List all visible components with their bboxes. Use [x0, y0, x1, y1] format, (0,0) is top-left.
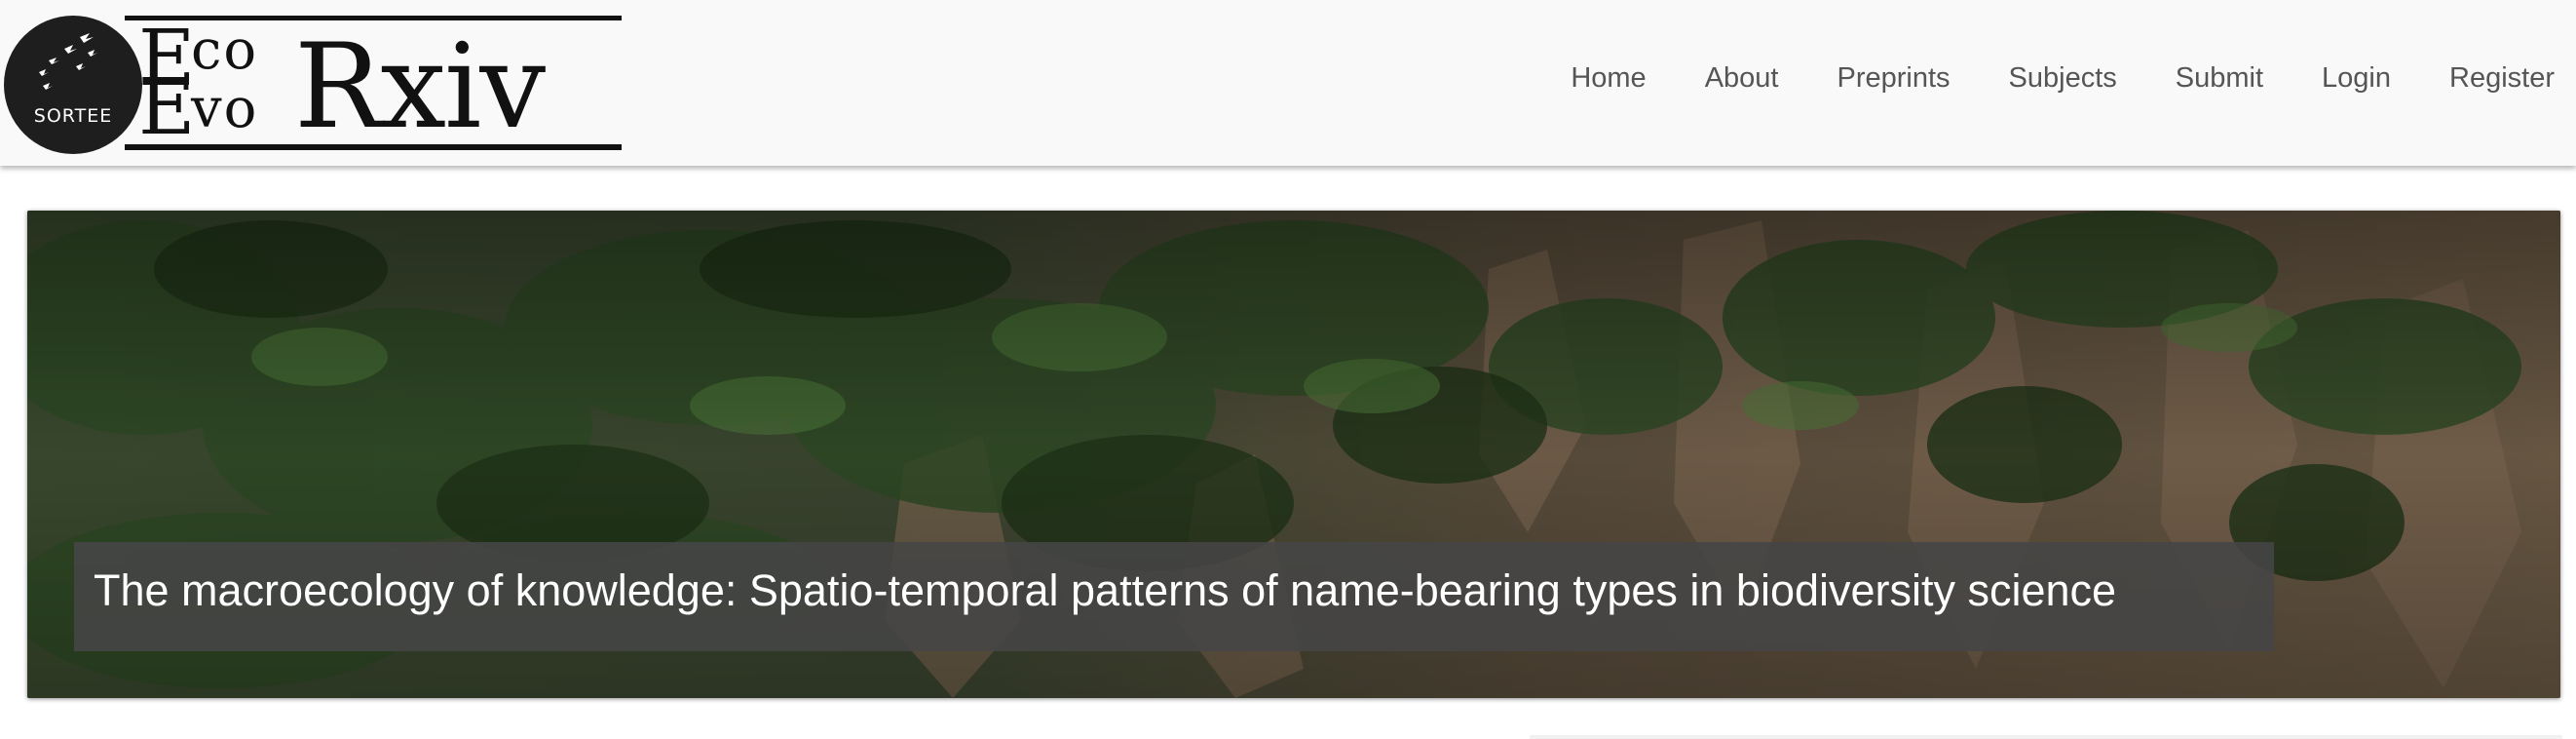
nav-subjects[interactable]: Subjects [2009, 60, 2117, 96]
site-logo[interactable]: SORTEE E co E vo Rxiv [4, 12, 627, 156]
content-card-edge [1530, 735, 2562, 739]
wordmark-co: co [191, 19, 259, 82]
bird-flock-icon [39, 33, 97, 90]
nav-login[interactable]: Login [2322, 60, 2391, 96]
wordmark-rxiv: Rxiv [294, 19, 546, 155]
preprint-title[interactable]: The macroecology of knowledge: Spatio-te… [74, 542, 2274, 651]
wordmark-vo: vo [191, 77, 259, 140]
featured-preprint-banner[interactable]: The macroecology of knowledge: Spatio-te… [27, 211, 2560, 698]
nav-about[interactable]: About [1705, 60, 1779, 96]
main-nav: Home About Preprints Subjects Submit Log… [1512, 60, 2555, 96]
nav-submit[interactable]: Submit [2176, 60, 2263, 96]
site-header: SORTEE E co E vo Rxiv Home About Preprin… [0, 0, 2576, 166]
nav-register[interactable]: Register [2449, 60, 2555, 96]
ecoevorxiv-wordmark: E co E vo Rxiv [121, 12, 627, 156]
wordmark-bottom-rule [125, 144, 622, 150]
nav-home[interactable]: Home [1571, 60, 1646, 96]
nav-preprints[interactable]: Preprints [1837, 60, 1950, 96]
wordmark-e-bottom: E [138, 61, 196, 152]
